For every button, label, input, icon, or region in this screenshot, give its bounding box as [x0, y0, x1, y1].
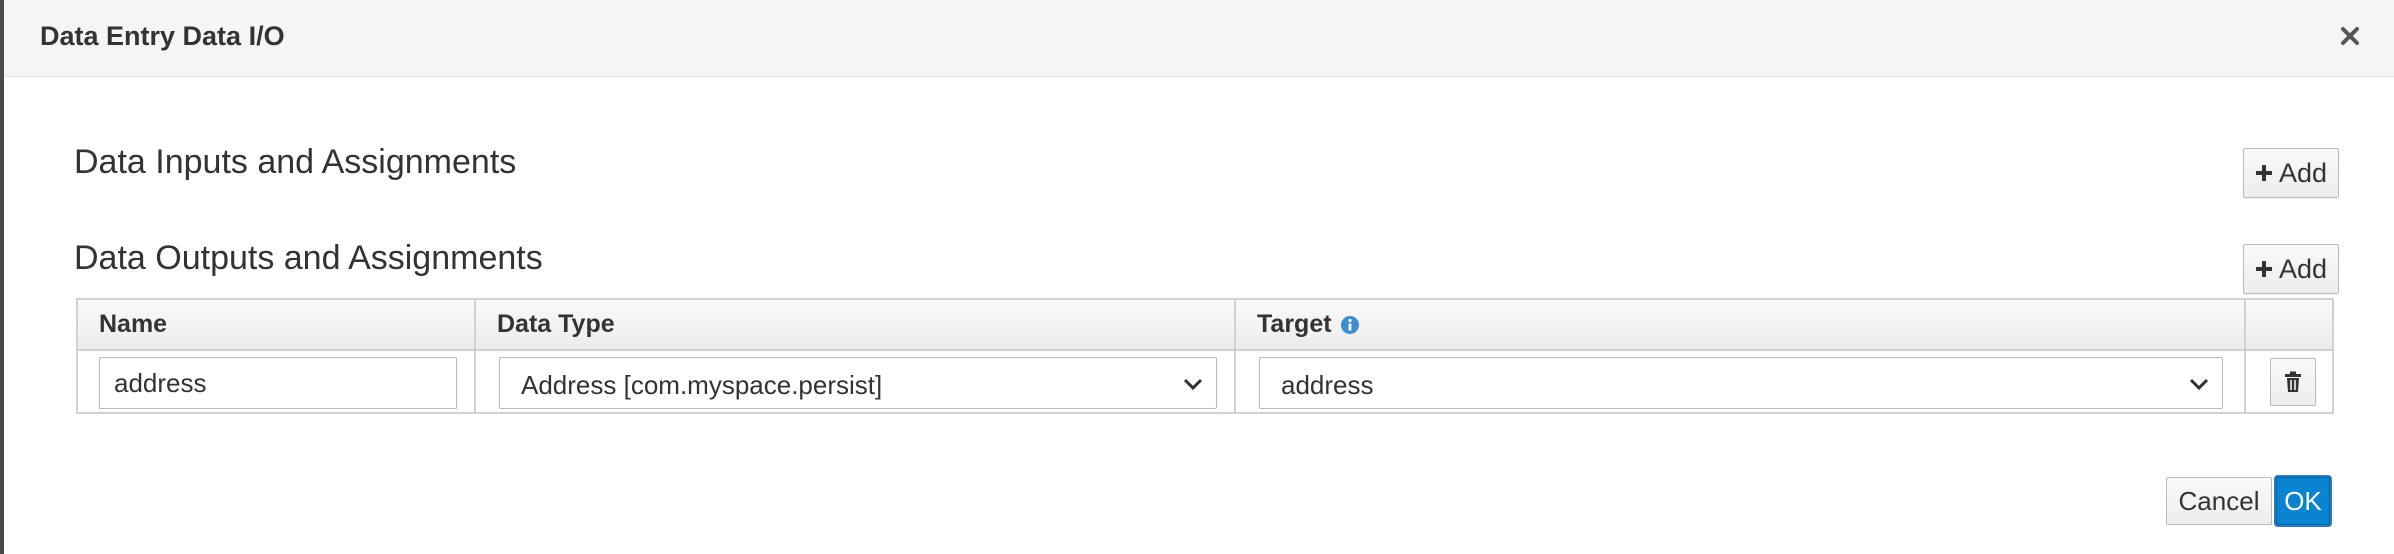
column-divider	[2244, 300, 2246, 412]
delete-row-button[interactable]	[2270, 358, 2316, 406]
add-input-label: Add	[2278, 157, 2328, 188]
chevron-down-icon	[1183, 378, 1203, 391]
column-header-target: Target	[1236, 300, 2236, 349]
data-type-value: Address [com.myspace.persist]	[521, 370, 883, 400]
add-output-label: Add	[2278, 253, 2328, 284]
target-value: address	[1281, 370, 1374, 400]
add-output-button[interactable]: Add	[2243, 244, 2339, 294]
column-divider	[1234, 300, 1236, 412]
column-label-data-type: Data Type	[497, 310, 615, 338]
modal-title: Data Entry Data I/O	[40, 21, 285, 51]
close-icon	[2341, 27, 2359, 45]
column-label-name: Name	[99, 310, 168, 338]
column-label-target: Target	[1257, 310, 1332, 338]
data-outputs-title: Data Outputs and Assignments	[74, 239, 543, 277]
data-outputs-table: Name Data Type Target Address [com.myspa…	[76, 298, 2334, 414]
column-header-name: Name	[78, 300, 474, 349]
cancel-button[interactable]: Cancel	[2166, 477, 2272, 525]
trash-icon	[2285, 371, 2301, 392]
data-inputs-title: Data Inputs and Assignments	[74, 143, 517, 181]
plus-icon	[2255, 261, 2272, 277]
chevron-down-icon	[2189, 378, 2209, 391]
info-icon[interactable]	[1340, 315, 1360, 335]
data-type-select[interactable]: Address [com.myspace.persist]	[499, 357, 1217, 409]
add-input-button[interactable]: Add	[2243, 148, 2339, 198]
close-button[interactable]	[2330, 16, 2370, 56]
ok-button[interactable]: OK	[2276, 477, 2330, 525]
column-header-data-type: Data Type	[476, 300, 1234, 349]
target-select[interactable]: address	[1259, 357, 2223, 409]
modal-dialog: Data Entry Data I/O Data Inputs and Assi…	[4, 0, 2394, 554]
modal-header: Data Entry Data I/O	[4, 0, 2394, 77]
plus-icon	[2255, 165, 2272, 181]
column-divider	[474, 300, 476, 412]
table-header: Name Data Type Target	[78, 300, 2332, 351]
name-input[interactable]	[99, 357, 457, 409]
